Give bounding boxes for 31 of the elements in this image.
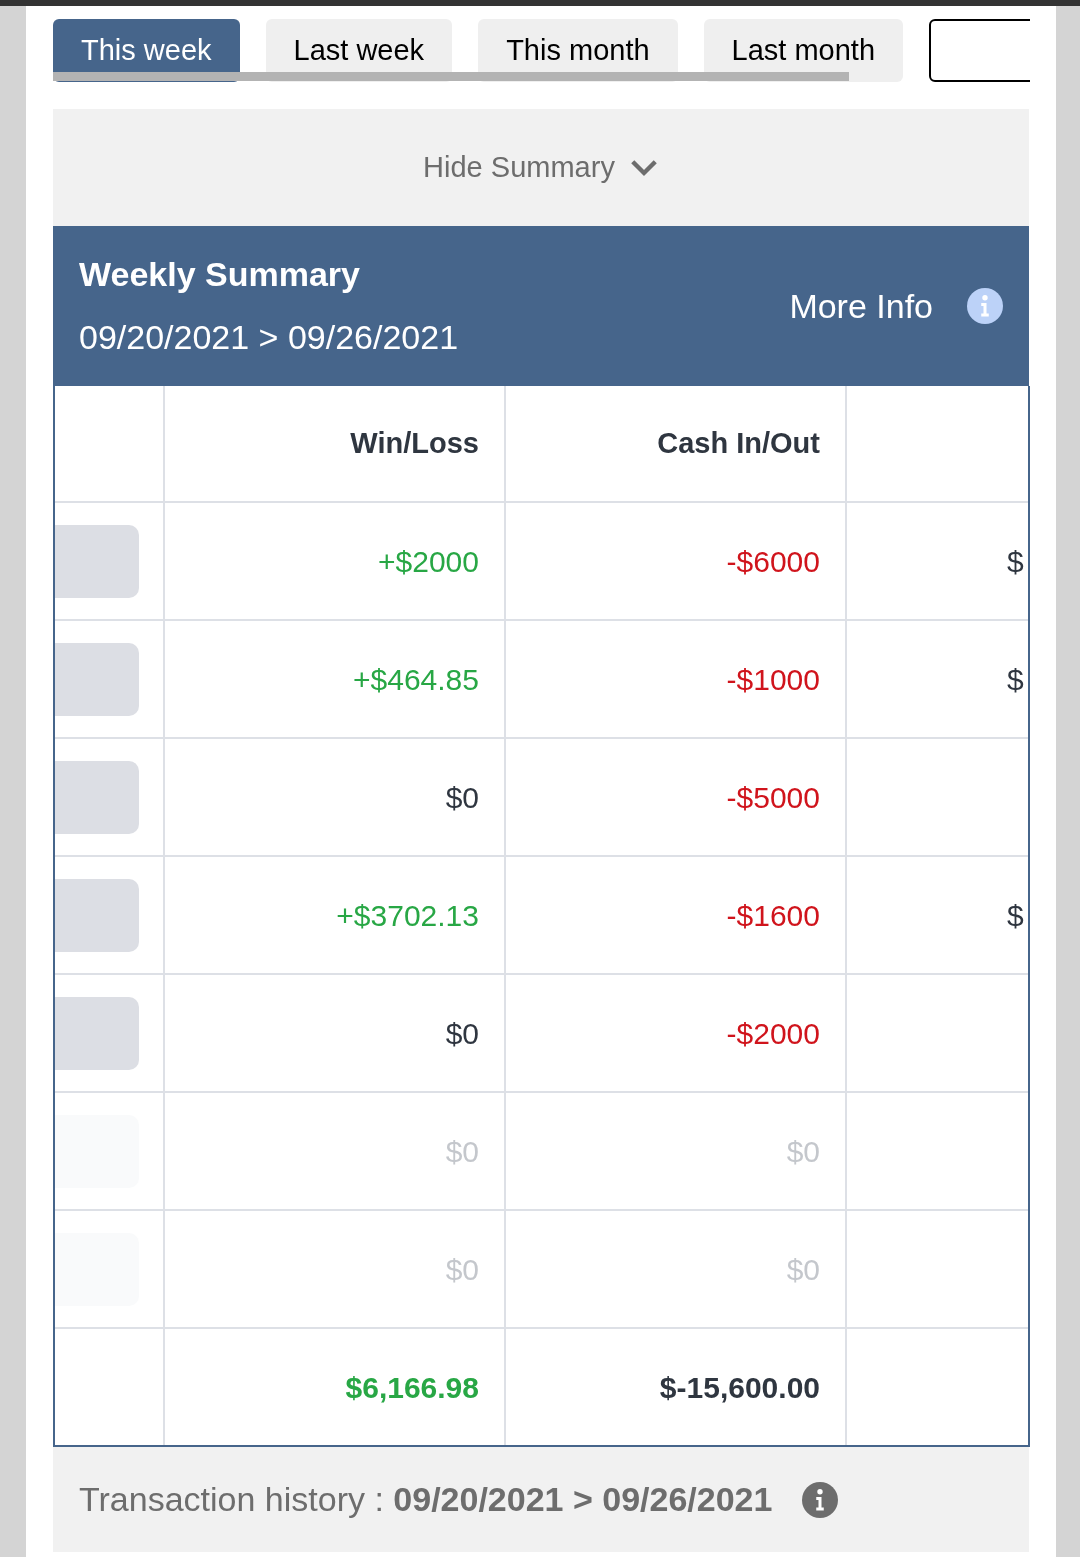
amount: $0	[445, 779, 479, 816]
info-icon[interactable]	[967, 288, 1003, 324]
amount: $-15,600.00	[659, 1369, 820, 1406]
scrollbar[interactable]	[53, 72, 849, 81]
column-header: Win/Loss	[350, 425, 479, 461]
amount: $	[1007, 543, 1024, 580]
summary-dates: 09/20/2021 > 09/26/2021	[79, 317, 459, 358]
period-tab[interactable]	[929, 19, 1030, 82]
info-icon[interactable]	[802, 1481, 839, 1518]
amount: +$3702.13	[336, 897, 479, 934]
hide-summary-toggle[interactable]: Hide Summary	[423, 145, 659, 190]
amount: $0	[445, 1133, 479, 1170]
more-info-link[interactable]: More Info	[789, 280, 933, 332]
amount: -$6000	[726, 543, 820, 580]
transaction-history-label: Transaction history : 09/20/2021 > 09/26/2021	[79, 1479, 773, 1520]
amount: -$5000	[726, 779, 820, 816]
column-header: Cash In/Out	[657, 425, 820, 461]
amount: $	[1007, 897, 1024, 934]
amount: -$1000	[726, 661, 820, 698]
amount: -$2000	[726, 1015, 820, 1052]
amount: $0	[786, 1133, 820, 1170]
amount: +$2000	[378, 543, 479, 580]
amount: +$464.85	[353, 661, 479, 698]
amount: $0	[786, 1251, 820, 1288]
amount: $0	[445, 1015, 479, 1052]
period-tab[interactable]: Last month	[703, 19, 904, 82]
amount: $6,166.98	[345, 1369, 479, 1406]
summary-title: Weekly Summary	[79, 254, 361, 295]
amount: $0	[445, 1251, 479, 1288]
amount: $	[1007, 661, 1024, 698]
amount: -$1600	[726, 897, 820, 934]
